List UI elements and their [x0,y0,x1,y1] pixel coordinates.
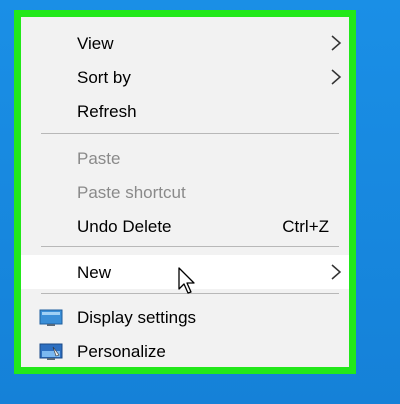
menu-item-personalize-label: Personalize [77,342,166,361]
menu-item-paste-shortcut: Paste shortcut [21,175,349,209]
highlight-frame: View Sort by Refresh Paste Paste shortcu… [14,10,356,374]
chevron-right-icon [331,35,342,51]
menu-item-new-label: New [77,263,112,282]
menu-item-personalize[interactable]: Personalize [21,334,349,368]
menu-item-paste: Paste [21,141,349,175]
menu-item-paste-label: Paste [77,149,121,168]
menu-item-display-settings[interactable]: Display settings [21,300,349,334]
undo-shortcut-hint: Ctrl+Z [282,217,329,236]
menu-separator [41,246,339,247]
mouse-pointer-icon [178,267,195,294]
menu-item-undo-delete[interactable]: Undo Delete Ctrl+Z [21,209,349,243]
menu-item-sort-by-label: Sort by [77,68,131,87]
menu-item-paste-shortcut-label: Paste shortcut [77,183,186,202]
desktop-context-menu: View Sort by Refresh Paste Paste shortcu… [21,17,349,367]
display-settings-icon [39,309,63,326]
menu-item-undo-delete-label: Undo Delete [77,217,172,236]
menu-item-display-settings-label: Display settings [77,308,197,327]
chevron-right-icon [331,69,342,85]
menu-separator [41,133,339,134]
menu-item-refresh[interactable]: Refresh [21,94,349,128]
menu-item-view-label: View [77,34,114,53]
personalize-icon [39,343,63,360]
menu-item-refresh-label: Refresh [77,102,137,121]
menu-item-sort-by[interactable]: Sort by [21,60,349,94]
menu-item-view[interactable]: View [21,26,349,60]
chevron-right-icon [331,264,342,280]
